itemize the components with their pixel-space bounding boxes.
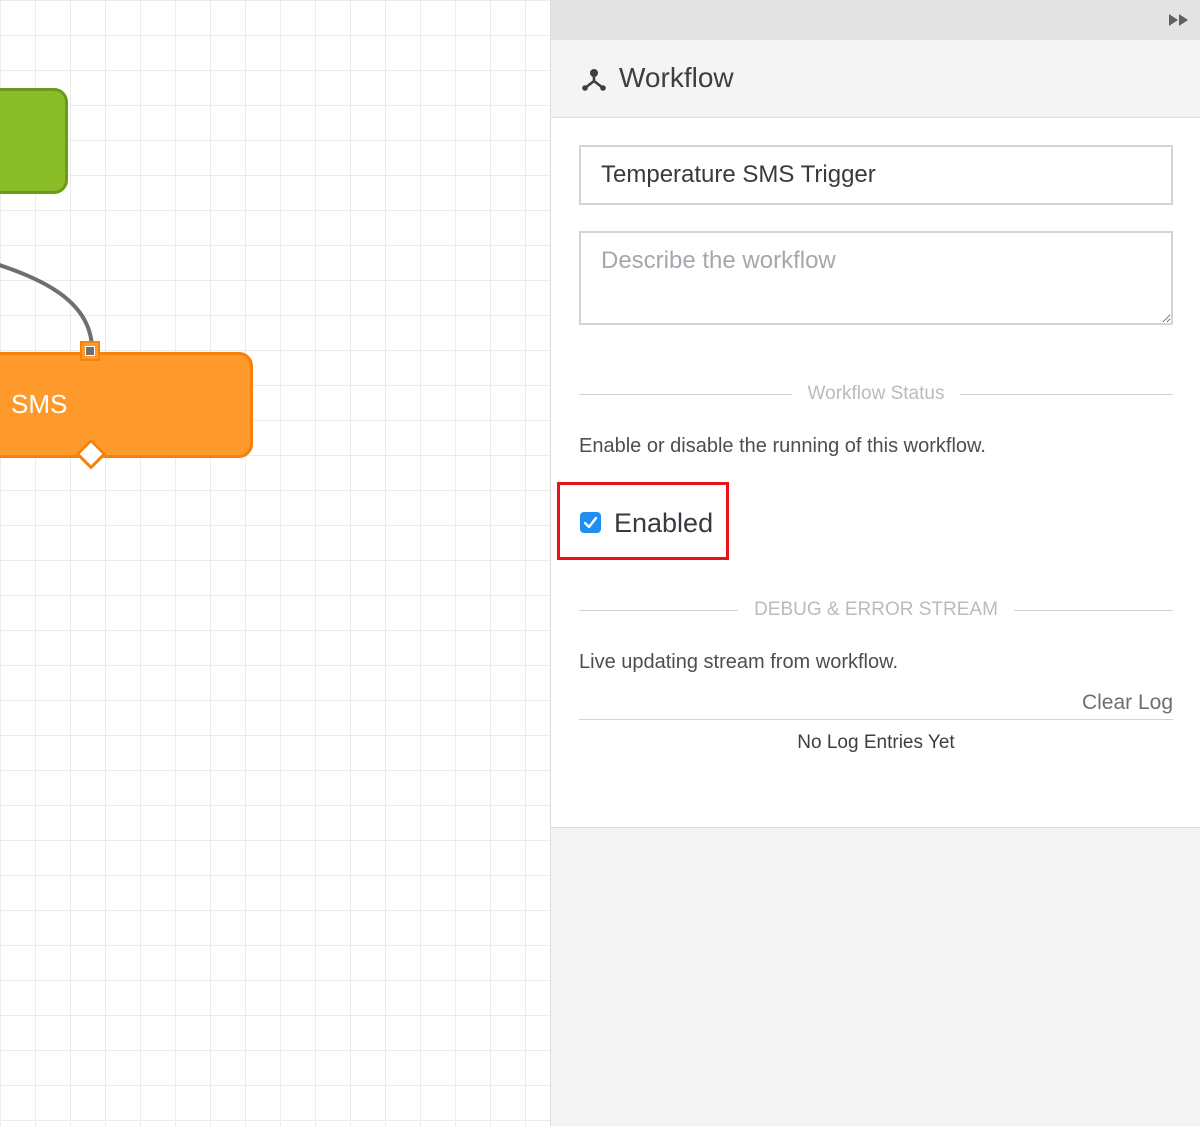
workflow-status-heading: Workflow Status [791,383,961,404]
workflow-canvas[interactable]: SMS [0,0,550,1126]
debug-stream-help: Live updating stream from workflow. [579,651,899,673]
sms-node-label: SMS [11,389,68,419]
debug-stream-divider: DEBUG & ERROR STREAM [579,599,1173,621]
double-chevron-right-icon[interactable] [1167,11,1191,29]
workflow-name-input[interactable] [579,145,1173,205]
workflow-status-help: Enable or disable the running of this wo… [579,435,986,457]
log-divider [579,719,1173,720]
enabled-label[interactable]: Enabled [614,506,713,540]
panel-header: Workflow [551,40,1200,118]
input-port-center [85,346,95,356]
enabled-checkbox[interactable] [580,512,601,533]
workflow-side-panel: Workflow Workflow Status Enable or disab… [550,0,1200,1126]
clear-log-button[interactable]: Clear Log [1082,690,1173,716]
workflow-status-divider: Workflow Status [579,383,1173,405]
panel-body: Workflow Status Enable or disable the ru… [551,118,1200,828]
debug-stream-heading: DEBUG & ERROR STREAM [738,599,1014,620]
workflow-description-input[interactable] [579,231,1173,325]
panel-title: Workflow [619,62,734,93]
panel-topbar [551,0,1200,40]
workflow-icon [582,69,606,91]
checkmark-icon [583,516,598,529]
log-empty-state: No Log Entries Yet [797,732,955,753]
